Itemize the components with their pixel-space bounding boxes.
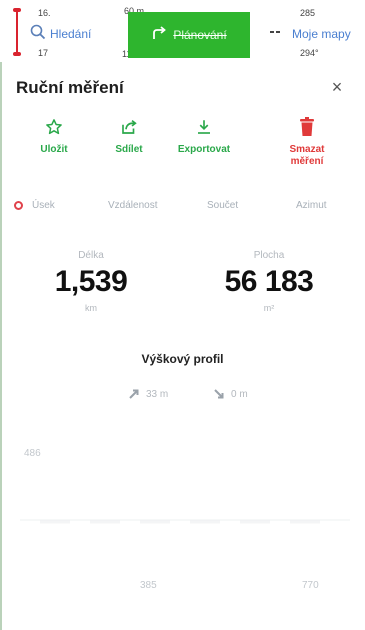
area-stat: Plocha 56 183 m² xyxy=(194,250,344,313)
tiny-label: 16. xyxy=(38,8,51,18)
mode-sum[interactable]: Součet xyxy=(207,200,238,211)
share-icon xyxy=(89,116,169,138)
y-axis-tick: 486 xyxy=(24,448,41,459)
save-label: Uložit xyxy=(40,144,68,155)
descent-arrow-icon xyxy=(213,388,225,400)
selected-radio-icon[interactable] xyxy=(14,201,23,210)
export-button[interactable]: Exportovat xyxy=(164,116,244,156)
panel-header: Ruční měření × xyxy=(0,66,365,110)
x-axis-tick: 385 xyxy=(140,580,157,591)
descent-stat: 0 m xyxy=(213,388,248,400)
maps-icon xyxy=(270,25,282,43)
planning-tab[interactable]: Plánování xyxy=(128,12,250,58)
share-label: Sdílet xyxy=(115,144,143,155)
elevation-profile-title: Výškový profil xyxy=(141,352,224,366)
ascent-stat: 33 m xyxy=(128,388,168,400)
length-unit: km xyxy=(85,303,97,313)
tiny-label: 285 xyxy=(300,8,316,18)
share-button[interactable]: Sdílet xyxy=(89,116,169,156)
star-icon xyxy=(14,116,94,138)
turn-arrow-icon xyxy=(151,25,167,46)
mode-azimuth[interactable]: Azimut xyxy=(296,200,327,211)
mode-distance[interactable]: Vzdálenost xyxy=(108,200,157,211)
length-value: 1,539 xyxy=(54,265,128,298)
length-stat: Délka 1,539 km xyxy=(16,250,166,313)
area-unit: m² xyxy=(263,303,275,313)
ascent-value: 33 m xyxy=(146,388,169,400)
tiny-label: 17 xyxy=(38,48,49,58)
save-button[interactable]: Uložit xyxy=(14,116,94,156)
close-icon[interactable]: × xyxy=(326,76,348,98)
measurement-mode-tabs: Úsek Vzdálenost Součet Azimut xyxy=(0,196,365,218)
ascent-arrow-icon xyxy=(128,388,140,400)
top-navigation-bar: 16. 17 60 m 113 m 285 294° Hledání Pláno… xyxy=(0,0,365,62)
delete-measurement-button[interactable]: Smazat měření xyxy=(267,116,347,168)
trash-icon xyxy=(267,116,347,138)
area-caption: Plocha xyxy=(253,250,285,261)
length-caption: Délka xyxy=(78,250,104,261)
action-row: Uložit Sdílet Exportovat Smazat měření xyxy=(0,116,365,176)
tiny-label: 294° xyxy=(300,48,319,58)
delete-label-line1: Smazat xyxy=(289,144,325,155)
x-axis-tick: 770 xyxy=(302,580,319,591)
search-icon xyxy=(30,24,46,45)
route-pin-icon xyxy=(13,8,21,56)
export-label: Exportovat xyxy=(177,144,231,155)
search-tab-label: Hledání xyxy=(50,27,92,41)
planning-tab-label: Plánování xyxy=(173,28,227,42)
delete-label-line2: měření xyxy=(290,156,324,167)
search-tab[interactable]: Hledání xyxy=(30,22,91,46)
my-maps-tab[interactable]: Moje mapy xyxy=(270,22,351,46)
my-maps-tab-label: Moje mapy xyxy=(292,27,351,41)
page-title: Ruční měření xyxy=(16,78,124,97)
download-icon xyxy=(164,116,244,138)
area-value: 56 183 xyxy=(224,265,314,298)
descent-value: 0 m xyxy=(231,388,248,400)
mode-segment[interactable]: Úsek xyxy=(32,200,55,211)
delete-label: Smazat měření xyxy=(267,144,347,168)
